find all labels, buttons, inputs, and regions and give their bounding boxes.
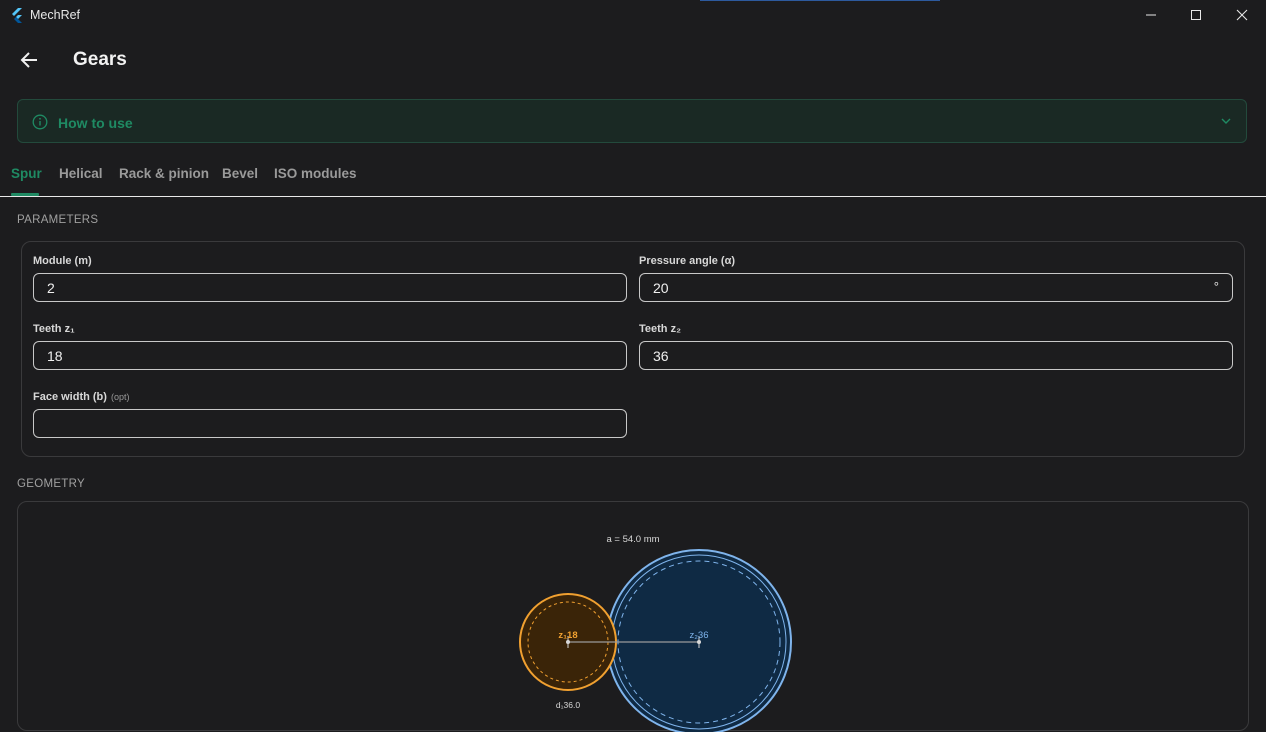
app-bar: Gears	[0, 30, 1266, 92]
pressure-angle-label: Pressure angle (α)	[639, 255, 736, 267]
close-button[interactable]	[1219, 0, 1265, 30]
gear1-label: z₁18	[558, 630, 577, 641]
geometry-card: a = 54.0 mm z₁18 z₂36 d₁36.0	[17, 501, 1249, 732]
back-button[interactable]	[14, 45, 44, 75]
teeth-z1-input[interactable]	[34, 342, 626, 369]
title-bar-accent	[700, 0, 940, 1]
window-title: MechRef	[30, 8, 81, 22]
how-to-use-label: How to use	[58, 115, 133, 131]
maximize-button[interactable]	[1173, 0, 1219, 30]
teeth-z2-field[interactable]	[639, 341, 1233, 370]
center-distance-label: a = 54.0 mm	[606, 534, 659, 545]
teeth-z2-input[interactable]	[640, 342, 1232, 369]
how-to-use-expander[interactable]: How to use	[17, 99, 1247, 143]
tab-helical[interactable]: Helical	[59, 166, 103, 181]
tab-iso-modules[interactable]: ISO modules	[274, 166, 357, 181]
face-width-input[interactable]	[34, 410, 626, 437]
d1-label: d₁36.0	[556, 700, 580, 710]
module-input[interactable]	[34, 274, 626, 301]
minimize-icon	[1146, 14, 1156, 16]
arrow-left-icon	[20, 52, 37, 68]
teeth-z1-field[interactable]	[33, 341, 627, 370]
pressure-angle-field[interactable]: °	[639, 273, 1233, 302]
face-width-label-text: Face width (b)	[33, 391, 107, 403]
optional-tag: (opt)	[110, 392, 130, 402]
title-bar: MechRef	[0, 0, 1266, 30]
face-width-field[interactable]	[33, 409, 627, 438]
tabs-divider	[0, 196, 1266, 197]
gear-mesh-diagram: a = 54.0 mm z₁18 z₂36 d₁36.0	[519, 534, 792, 732]
tab-bevel[interactable]: Bevel	[222, 166, 258, 181]
parameters-card: Module (m) Pressure angle (α) ° Teeth z₁…	[21, 241, 1245, 457]
teeth-z2-label: Teeth z₂	[639, 323, 681, 335]
gear2-label: z₂36	[689, 630, 708, 641]
teeth-z1-label: Teeth z₁	[33, 323, 75, 335]
parameters-heading: PARAMETERS	[17, 214, 99, 226]
degree-suffix: °	[1213, 279, 1219, 294]
geometry-heading: GEOMETRY	[17, 478, 86, 490]
close-icon	[1236, 9, 1248, 21]
tab-spur[interactable]: Spur	[11, 166, 42, 181]
tab-rack-pinion[interactable]: Rack & pinion	[119, 166, 209, 181]
minimize-button[interactable]	[1128, 0, 1174, 30]
chevron-down-icon	[1221, 118, 1231, 124]
module-label: Module (m)	[33, 255, 92, 267]
module-field[interactable]	[33, 273, 627, 302]
face-width-label: Face width (b) (opt)	[33, 391, 129, 403]
maximize-icon	[1191, 10, 1201, 20]
flutter-logo-icon	[12, 8, 22, 23]
info-icon	[32, 114, 48, 130]
gear-type-tabs: Spur Helical Rack & pinion Bevel ISO mod…	[0, 160, 1266, 197]
page-title: Gears	[73, 49, 127, 70]
pressure-angle-input[interactable]	[640, 274, 1232, 301]
